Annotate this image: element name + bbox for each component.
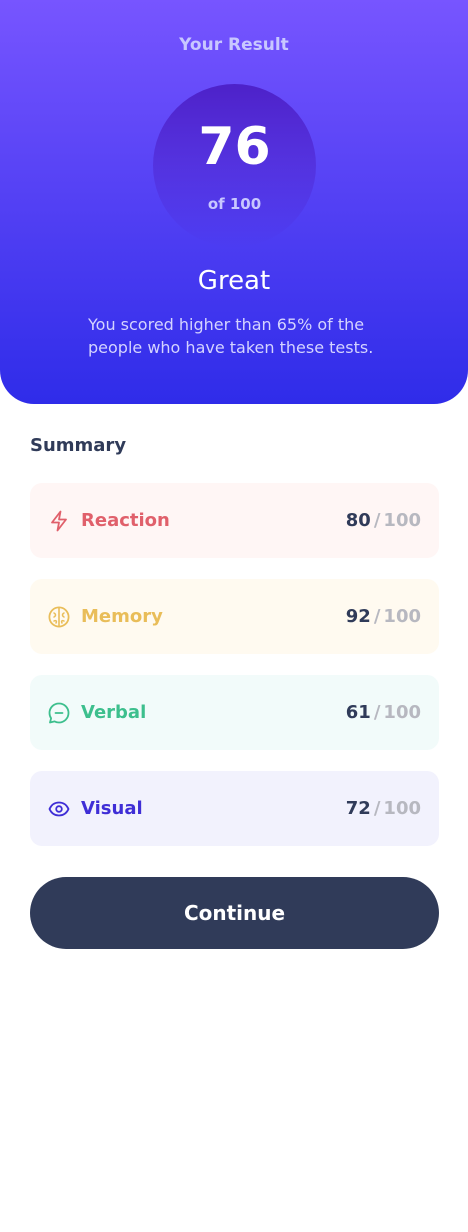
summary-item-reaction: Reaction 80/100 xyxy=(30,483,439,558)
verdict-heading: Great xyxy=(197,266,271,296)
result-title: Your Result xyxy=(179,35,289,55)
summary-item-label: Verbal xyxy=(81,702,147,723)
score-max: 100 xyxy=(383,606,421,627)
score-number: 92 xyxy=(345,606,371,627)
score-max: 100 xyxy=(383,798,421,819)
summary-item-verbal: Verbal 61/100 xyxy=(30,675,439,750)
summary-item-score: 92/100 xyxy=(346,606,421,627)
summary-item-visual: Visual 72/100 xyxy=(30,771,439,846)
score-max-label: of 100 xyxy=(207,195,262,213)
chat-icon xyxy=(48,702,70,724)
summary-item-score: 61/100 xyxy=(346,702,421,723)
summary-item-memory: Memory 92/100 xyxy=(30,579,439,654)
score-slash: / xyxy=(373,510,381,531)
lightning-icon xyxy=(48,510,70,532)
continue-button[interactable]: Continue xyxy=(30,877,439,949)
summary-item-label: Visual xyxy=(81,798,143,819)
results-page: Your Result 76 of 100 Great You scored h… xyxy=(0,0,468,1232)
score-slash: / xyxy=(373,798,381,819)
summary-item-score: 80/100 xyxy=(346,510,421,531)
score-max: 100 xyxy=(383,702,421,723)
score-number: 80 xyxy=(345,510,371,531)
verdict-description: You scored higher than 65% of the people… xyxy=(88,315,374,357)
summary-item-score: 72/100 xyxy=(346,798,421,819)
score-circle: 76 of 100 xyxy=(153,84,316,247)
summary-title: Summary xyxy=(30,435,127,456)
score-max: 100 xyxy=(383,510,421,531)
summary-item-label: Reaction xyxy=(81,510,170,531)
eye-icon xyxy=(48,798,70,820)
result-card: Your Result 76 of 100 Great You scored h… xyxy=(0,0,468,404)
summary-item-label: Memory xyxy=(81,606,163,627)
brain-icon xyxy=(48,605,70,628)
score-value: 76 xyxy=(198,117,271,177)
score-slash: / xyxy=(373,702,381,723)
score-number: 61 xyxy=(345,702,371,723)
score-number: 72 xyxy=(345,798,371,819)
score-slash: / xyxy=(373,606,381,627)
